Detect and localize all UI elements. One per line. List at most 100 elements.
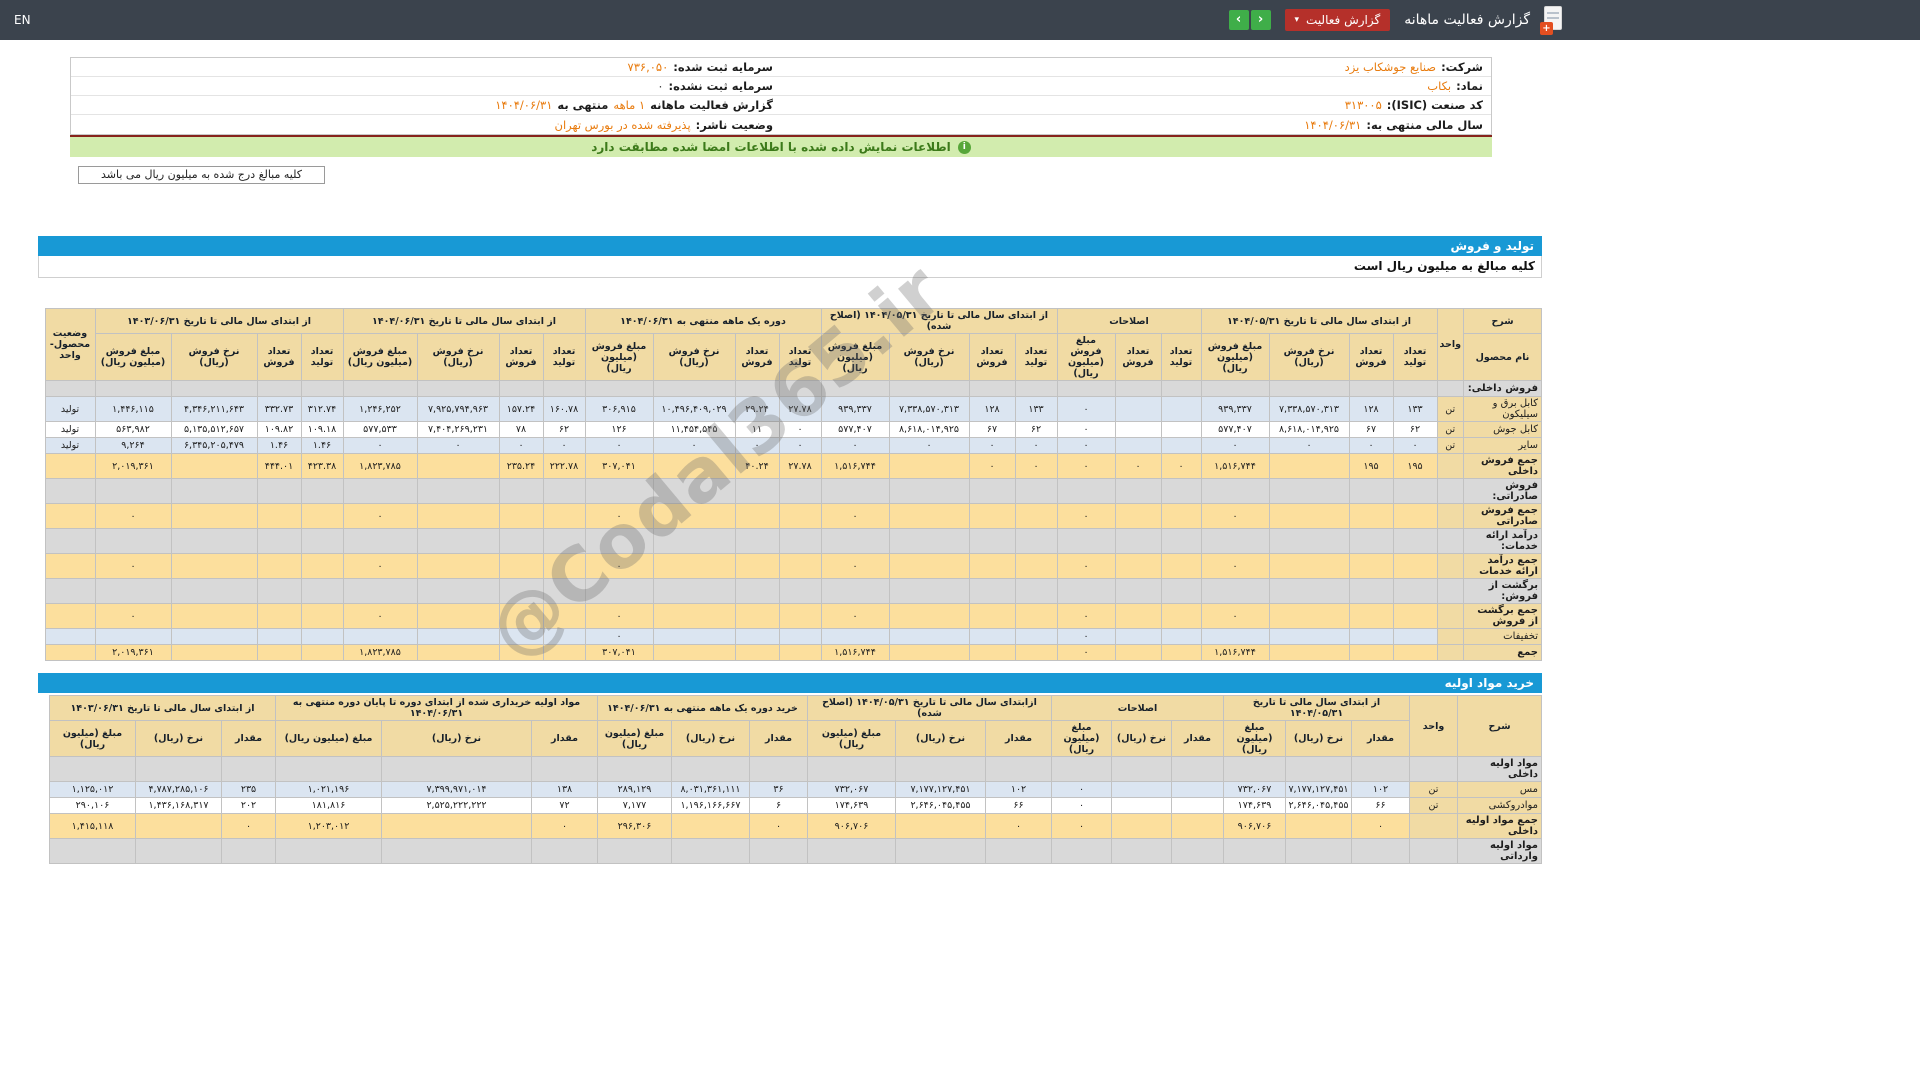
value-cell: ۰ [1051,813,1112,839]
value-cell: ۰ [1200,603,1270,629]
language-toggle-en[interactable]: EN [14,13,31,27]
value-cell: ۷,۱۷۷ [597,797,672,814]
section-row: درآمد ارائه خدمات: [44,528,1542,554]
value-cell: ۰ [1056,421,1116,438]
column-header: مبلغ فروش (میلیون ریال) [1200,333,1270,381]
value-cell [671,838,750,864]
row-label-cell: کابل برق و سیلیکون [1463,396,1542,422]
value-cell [416,578,500,604]
value-cell [1392,578,1438,604]
value-cell: ۶۷ [1348,421,1394,438]
value-cell [1200,380,1270,397]
value-cell [381,838,532,864]
column-header: نرخ (ریال) [671,720,750,757]
value-cell [1051,838,1112,864]
value-cell [256,578,302,604]
symbol-link[interactable]: بکاب [1427,79,1451,93]
status-cell [44,644,96,661]
value-cell [1114,380,1162,397]
value-cell: ۰ [342,603,418,629]
value-cell [1014,628,1058,645]
value-cell: ۱,۵۱۶,۷۴۴ [820,453,890,479]
row-label-cell: جمع درآمد ارائه خدمات [1463,553,1542,579]
symbol-label: نماد: [1456,79,1483,93]
value-cell: ۷,۱۷۷,۱۲۷,۴۵۱ [1285,781,1352,798]
value-cell: ۰ [734,437,780,454]
unit-cell: تن [1409,781,1458,798]
value-cell [1171,838,1224,864]
column-header: تعداد تولید [300,333,344,381]
status-cell: تولید [44,421,96,438]
value-cell: ۲۲۲.۷۸ [542,453,586,479]
value-cell [300,503,344,529]
value-cell [1351,756,1410,782]
value-cell [300,478,344,504]
value-cell [1160,380,1202,397]
status-cell [44,453,96,479]
value-cell: ۷۲ [531,797,598,814]
value-cell: ۰ [1056,644,1116,661]
prev-report-button[interactable]: ‹ [1228,10,1249,30]
value-cell [1392,478,1438,504]
report-period-label: گزارش فعالیت ماهانه [650,98,773,112]
row-label-cell: جمع فروش داخلی [1463,453,1542,479]
value-cell: ۱,۴۴۶,۱۱۵ [94,396,172,422]
column-group-header: از ابتدای سال مالی تا تاریخ ۱۴۰۴/۰۶/۳۱ [342,308,586,334]
column-header: نرخ (ریال) [1111,720,1172,757]
value-cell [542,503,586,529]
column-header: مبلغ (میلیون ریال) [807,720,896,757]
value-cell: ۲,۵۲۵,۲۲۲,۲۲۲ [381,797,532,814]
next-report-button[interactable]: › [1250,10,1271,30]
value-cell [1056,380,1116,397]
value-cell [1160,437,1202,454]
column-header: نرخ فروش (ریال) [888,333,970,381]
value-cell [1392,603,1438,629]
company-name-link[interactable]: صنایع جوشکاب یزد [1345,60,1436,74]
value-cell [1392,553,1438,579]
value-cell [300,603,344,629]
value-cell: ۰ [1056,503,1116,529]
value-cell: ۲۷.۷۸ [778,453,822,479]
value-cell: ۲,۶۴۶,۰۴۵,۴۵۵ [895,797,986,814]
value-cell [275,756,382,782]
value-cell [820,528,890,554]
value-cell [416,503,500,529]
value-cell: ۰ [584,628,654,645]
value-cell [416,478,500,504]
table-row: موادروکشی تن ۶۶ ۲,۶۴۶,۰۴۵,۴۵۵ ۱۷۴,۶۳۹ ۰ ۶۶ ۲,۶۴… [49,797,1542,814]
value-cell [652,503,736,529]
column-header: وضعیت محصول-واحد [44,308,96,381]
value-cell: ۰ [542,437,586,454]
value-cell [542,578,586,604]
value-cell [1285,756,1352,782]
value-cell [734,528,780,554]
value-cell [1348,603,1394,629]
value-cell: ۴۰.۲۴ [734,453,780,479]
report-period-mid: منتهی به [557,98,609,112]
value-cell: ۰ [584,503,654,529]
section-title-raw-materials: خرید مواد اولیه [38,673,1542,693]
value-cell: ۰ [498,437,544,454]
value-cell [542,628,586,645]
value-cell: ۳۰۷,۰۴۱ [584,644,654,661]
value-cell: ۰ [531,813,598,839]
value-cell: ۰ [1014,437,1058,454]
value-cell: ۶۲ [1392,421,1438,438]
value-cell [1348,628,1394,645]
value-cell [1114,503,1162,529]
value-cell: ۰ [94,553,172,579]
value-cell: ۶۶ [1351,797,1410,814]
column-header: مبلغ (میلیون ریال) [49,720,136,757]
value-cell [584,578,654,604]
value-cell: ۸,۰۳۱,۳۶۱,۱۱۱ [671,781,750,798]
value-cell: ۰ [820,437,890,454]
value-cell [584,478,654,504]
report-nav: ‹ › [1228,10,1271,30]
value-cell: ۱.۴۶ [256,437,302,454]
value-cell [1200,628,1270,645]
report-type-button[interactable]: گزارش فعالیت ▾ [1284,9,1391,31]
signed-info-text: اطلاعات نمایش داده شده با اطلاعات امضا ش… [591,140,951,154]
value-cell [498,644,544,661]
value-cell [1014,603,1058,629]
value-cell [1014,644,1058,661]
